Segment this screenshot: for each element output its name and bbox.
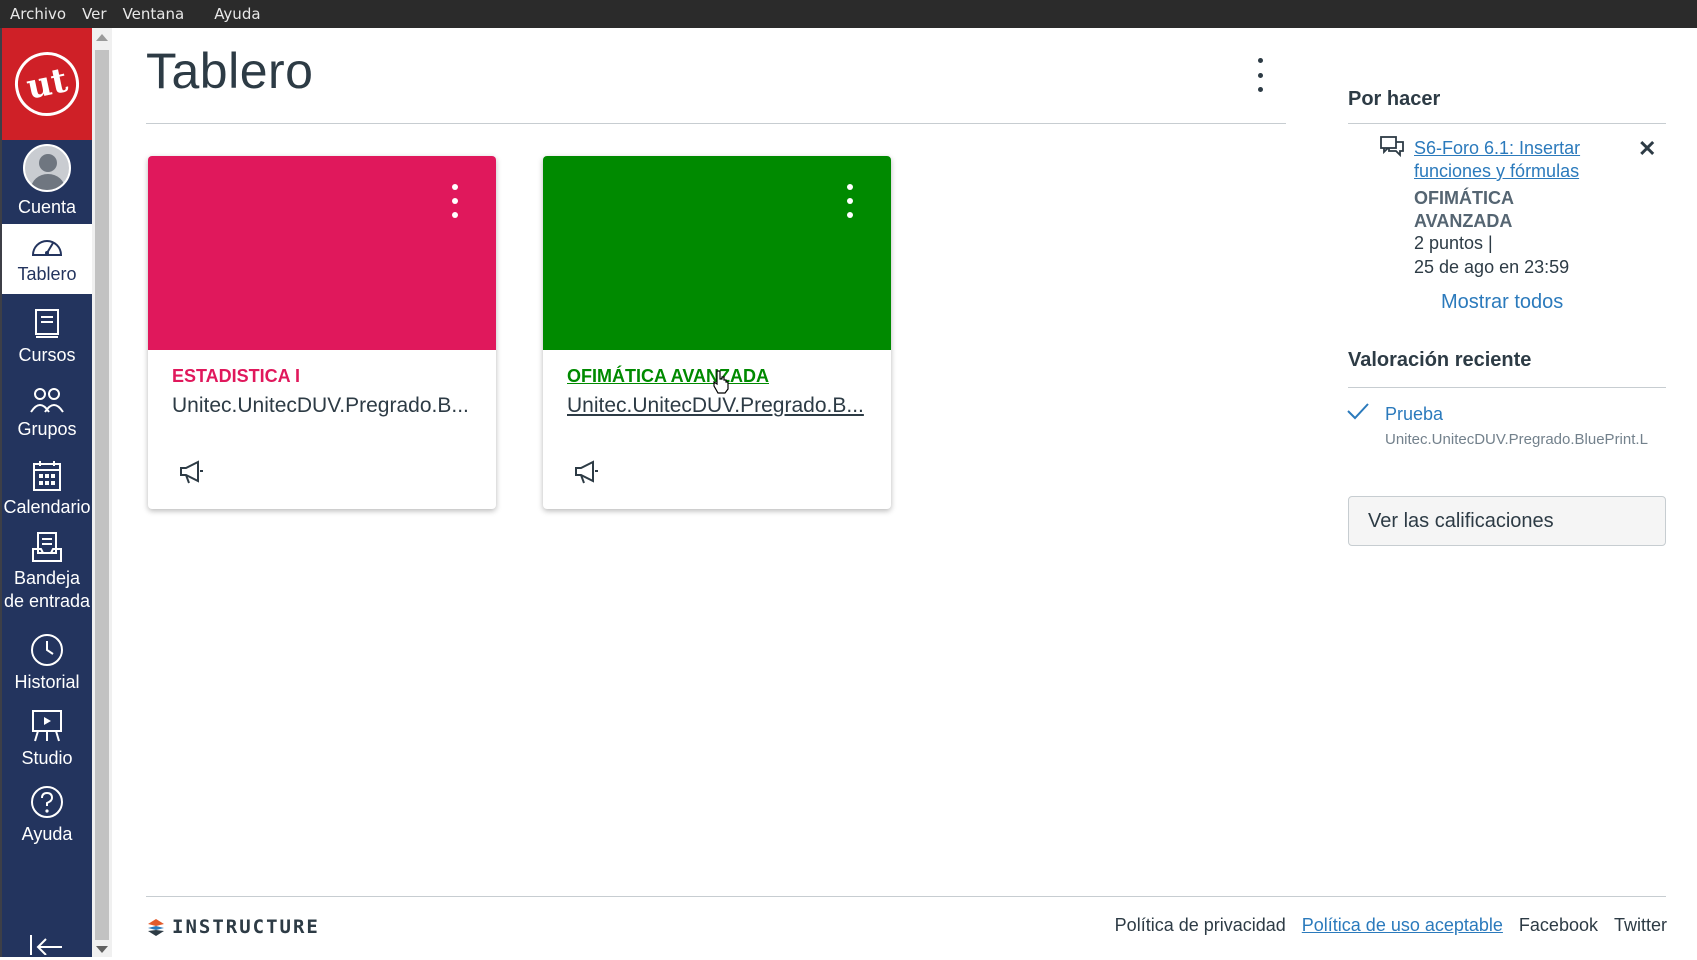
menu-ventana[interactable]: Ventana — [123, 5, 185, 23]
grades-divider — [1348, 387, 1666, 388]
title-divider — [146, 123, 1286, 124]
footer-divider — [146, 896, 1666, 897]
logo-mark: ut — [9, 46, 85, 122]
nav-dashboard-label: Tablero — [17, 263, 77, 284]
course-card-estadistica[interactable]: ESTADISTICA I Unitec.UnitecDUV.Pregrado.… — [148, 156, 496, 509]
nav-inbox[interactable]: Bandeja de entrada — [2, 524, 92, 620]
nav-scrollbar[interactable] — [92, 28, 112, 957]
dashboard-options-button[interactable] — [1248, 58, 1272, 92]
nav-dashboard[interactable]: Tablero — [2, 224, 92, 294]
nav-inbox-label-line2: de entrada — [3, 591, 91, 611]
instructure-wordmark: INSTRUCTURE — [172, 916, 320, 938]
acceptable-use-link[interactable]: Política de uso aceptable — [1302, 915, 1503, 936]
todo-due-date: 25 de ago en 23:59 — [1414, 257, 1570, 277]
nav-calendar[interactable]: Calendario — [2, 448, 92, 530]
facebook-link[interactable]: Facebook — [1519, 915, 1598, 936]
institution-logo[interactable]: ut — [2, 28, 92, 140]
course-card-hero[interactable] — [543, 156, 891, 350]
todo-divider — [1348, 123, 1666, 124]
scroll-thumb[interactable] — [95, 50, 109, 940]
todo-heading: Por hacer — [1348, 88, 1441, 110]
course-card-title[interactable]: ESTADISTICA I — [172, 366, 300, 387]
nav-studio-label: Studio — [21, 747, 73, 768]
nav-calendar-label: Calendario — [3, 496, 91, 517]
nav-inbox-label-line1: Bandeja — [13, 568, 81, 588]
scroll-up-arrow-icon[interactable] — [96, 34, 108, 41]
course-card-subtitle[interactable]: Unitec.UnitecDUV.Pregrado.B... — [172, 394, 469, 418]
nav-groups-label: Grupos — [17, 418, 77, 439]
menu-ayuda[interactable]: Ayuda — [214, 5, 260, 23]
view-grades-button[interactable]: Ver las calificaciones — [1348, 496, 1666, 546]
nav-history[interactable]: Historial — [2, 622, 92, 704]
privacy-policy-link[interactable]: Política de privacidad — [1115, 915, 1286, 936]
inbox-icon — [32, 532, 62, 562]
collapse-nav-button[interactable] — [28, 933, 68, 956]
calendar-icon — [33, 460, 61, 491]
menu-ver[interactable]: Ver — [82, 5, 107, 23]
instructure-mark-icon — [148, 919, 164, 936]
nav-courses[interactable]: Cursos — [2, 296, 92, 378]
check-icon — [1346, 402, 1370, 425]
discussion-icon — [1380, 136, 1404, 163]
nav-help-label: Ayuda — [21, 823, 73, 844]
footer-links: Política de privacidad Política de uso a… — [1099, 915, 1667, 936]
course-card-title[interactable]: OFIMÁTICA AVANZADA — [567, 366, 769, 387]
nav-account[interactable]: Cuenta — [2, 140, 92, 222]
courses-icon — [35, 308, 59, 338]
collapse-arrow-icon — [30, 935, 62, 956]
show-all-link[interactable]: Mostrar todos — [1441, 291, 1563, 314]
card-options-button[interactable] — [450, 184, 460, 218]
dashboard-icon — [31, 239, 63, 256]
menu-archivo[interactable]: Archivo — [10, 5, 66, 23]
groups-icon — [30, 387, 64, 413]
instructure-logo[interactable]: INSTRUCTURE — [146, 916, 320, 938]
course-card-ofimatica[interactable]: OFIMÁTICA AVANZADA Unitec.UnitecDUV.Preg… — [543, 156, 891, 509]
clock-icon — [31, 633, 63, 666]
nav-help[interactable]: Ayuda — [2, 774, 92, 856]
scroll-down-arrow-icon[interactable] — [96, 946, 108, 953]
announcements-icon[interactable] — [573, 459, 599, 490]
todo-points: 2 puntos | — [1414, 233, 1493, 253]
dismiss-todo-close-icon[interactable]: ✕ — [1638, 136, 1656, 162]
card-options-button[interactable] — [845, 184, 855, 218]
todo-course-name: OFIMÁTICA AVANZADA — [1414, 188, 1514, 231]
avatar — [23, 143, 71, 192]
nav-groups[interactable]: Grupos — [2, 372, 92, 454]
nav-account-label: Cuenta — [17, 196, 77, 217]
global-nav: ut Cuenta Tablero Cursos Grupos Calendar… — [0, 28, 92, 957]
studio-icon — [32, 709, 62, 741]
recent-grade-course: Unitec.UnitecDUV.Pregrado.BluePrint.L — [1385, 431, 1648, 448]
course-card-hero[interactable] — [148, 156, 496, 350]
twitter-link[interactable]: Twitter — [1614, 915, 1667, 936]
app-menubar: Archivo Ver Ventana Ayuda — [0, 0, 1697, 28]
nav-studio[interactable]: Studio — [2, 698, 92, 780]
nav-history-label: Historial — [14, 671, 80, 692]
nav-inbox-label: Bandeja de entrada — [4, 567, 90, 613]
page-title: Tablero — [146, 43, 314, 99]
nav-courses-label: Cursos — [18, 344, 76, 365]
hand-cursor-icon — [712, 370, 730, 399]
recent-grades-heading: Valoración reciente — [1348, 349, 1532, 371]
help-icon — [31, 785, 63, 818]
recent-grade-link[interactable]: Prueba — [1385, 404, 1443, 425]
announcements-icon[interactable] — [178, 459, 204, 490]
todo-item-link[interactable]: S6-Foro 6.1: Insertar funciones y fórmul… — [1414, 137, 1614, 183]
